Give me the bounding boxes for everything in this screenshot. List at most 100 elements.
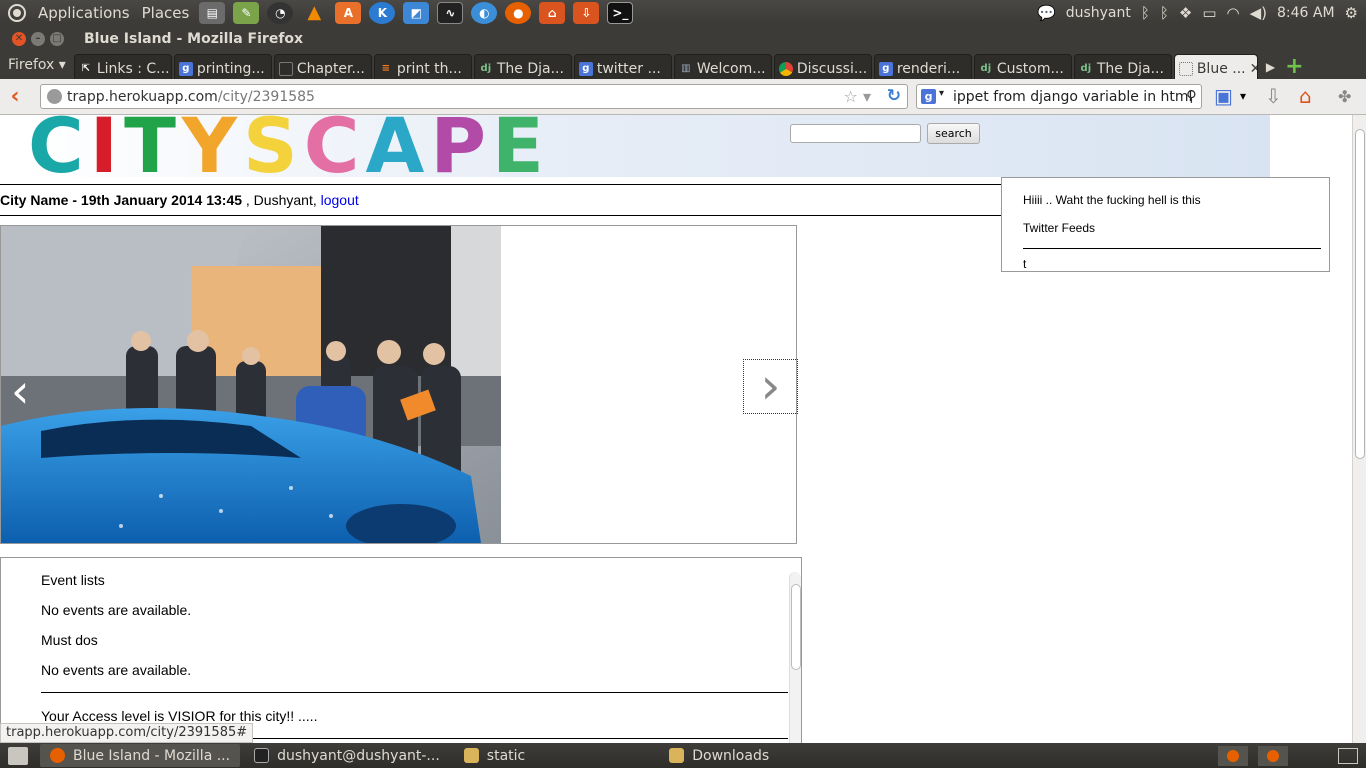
google-search-engine-icon[interactable]: g [921, 89, 936, 104]
logout-link[interactable]: logout [321, 192, 359, 208]
k-launcher-icon[interactable]: K [369, 1, 396, 24]
no-events-text: No events are available. [41, 662, 192, 678]
google-icon: g [878, 61, 893, 76]
site-identity-icon[interactable] [47, 89, 62, 104]
url-host: trapp.herokuapp.com [67, 88, 218, 105]
url-bar[interactable]: trapp.herokuapp.com/city/2391585 ☆ ▾ ↻ [40, 84, 908, 109]
tab-chapter[interactable]: Chapter... [273, 54, 372, 79]
django-icon: dj [480, 63, 492, 74]
volume-icon[interactable]: ◀) [1250, 4, 1267, 22]
terminal-launcher-icon[interactable]: >_ [607, 1, 634, 24]
events-scrollbar[interactable] [789, 572, 801, 743]
wifi-icon[interactable]: ◠ [1227, 4, 1240, 22]
user-greeting: , Dushyant, [242, 192, 321, 208]
image-slider: ‹ › [0, 225, 798, 544]
browser-launcher-icon[interactable]: ◐ [471, 1, 498, 24]
tab-scroll-right-icon[interactable]: ▶ [1266, 60, 1275, 79]
tab-twitter[interactable]: g twitter ... [573, 54, 672, 79]
events-scrollbar-thumb[interactable] [791, 584, 801, 670]
vlc-launcher-icon[interactable]: ▲ [301, 2, 327, 24]
window-title-bar: ✕ – □ Blue Island - Mozilla Firefox [0, 25, 1366, 52]
notes-launcher-icon[interactable]: ✎ [233, 1, 260, 24]
tab-django-1[interactable]: dj The Dja... [473, 54, 572, 79]
chrome-icon [778, 61, 793, 76]
taskbar-static-folder[interactable]: static [454, 744, 535, 767]
tab-print-this[interactable]: ≡ print th... [373, 54, 472, 79]
maximize-window-icon[interactable]: □ [50, 31, 64, 46]
tab-django-2[interactable]: dj The Dja... [1073, 54, 1172, 79]
settings-gear-icon[interactable]: ⚙ [1345, 4, 1358, 22]
tab-rendering[interactable]: g renderi... [873, 54, 972, 79]
site-search-button[interactable]: search [927, 123, 980, 144]
bag-launcher-icon[interactable]: A [335, 1, 362, 24]
django-icon: dj [1080, 63, 1092, 74]
must-dos-heading: Must dos [41, 632, 98, 648]
monitor-launcher-icon[interactable]: ∿ [437, 1, 464, 24]
show-desktop-icon[interactable] [8, 746, 28, 765]
bookmarks-menu-icon[interactable]: ▣ [1214, 84, 1233, 108]
bluetooth-icon-2[interactable]: ᛒ [1160, 4, 1169, 22]
chat-icon[interactable]: 💬 [1037, 4, 1056, 22]
downloads-launcher-icon[interactable]: ⇩ [573, 1, 600, 24]
bluetooth-icon[interactable]: ᛒ [1141, 4, 1150, 22]
tab-welcome[interactable]: ▥ Welcom... [673, 54, 772, 79]
battery-icon[interactable]: ▭ [1202, 4, 1216, 22]
search-engine-dropdown-icon[interactable]: ▾ [939, 88, 944, 99]
bookmark-star-icon[interactable]: ☆ ▾ [844, 87, 871, 106]
search-bar[interactable]: g ▾ ippet from django variable in html ⚲ [916, 84, 1202, 109]
clock[interactable]: 8:46 AM [1277, 5, 1335, 21]
tab-links[interactable]: ⇱ Links : C... [73, 54, 172, 79]
places-menu[interactable]: Places [136, 4, 196, 22]
new-tab-icon[interactable]: + [1285, 54, 1303, 79]
firefox-menu-button[interactable]: Firefox ▾ [0, 57, 74, 79]
workspace-1-icon[interactable] [1218, 745, 1248, 766]
web-page: CITY SCAPE search City Name - 19th Janua… [0, 115, 1352, 743]
divider [251, 738, 788, 739]
user-name[interactable]: dushyant [1066, 5, 1131, 21]
tab-blue-island[interactable]: Blue ...✕ [1173, 54, 1258, 79]
ubuntu-logo-icon[interactable] [8, 3, 26, 22]
taskbar-firefox[interactable]: Blue Island - Mozilla ... [40, 744, 241, 767]
downloads-icon[interactable]: ⇩ [1265, 84, 1282, 108]
firefox-launcher-icon[interactable]: ● [505, 1, 532, 24]
home-folder-launcher-icon[interactable]: ⌂ [539, 1, 566, 24]
tab-discussion[interactable]: Discussi... [773, 54, 872, 79]
page-scrollbar-thumb[interactable] [1355, 129, 1365, 459]
workspace-2-icon[interactable] [1258, 745, 1288, 766]
reload-icon[interactable]: ↻ [887, 86, 901, 106]
navigation-bar: ‹ trapp.herokuapp.com/city/2391585 ☆ ▾ ↻… [0, 79, 1366, 115]
slider-next-arrow-icon[interactable]: › [743, 359, 798, 414]
trash-launcher-icon[interactable]: ▤ [199, 1, 226, 24]
slide-photo [1, 226, 501, 543]
taskbar-terminal[interactable]: dushyant@dushyant-... [244, 744, 450, 767]
workspace-switcher-icon[interactable] [1338, 747, 1358, 764]
close-tab-icon[interactable]: ✕ [1250, 61, 1257, 77]
site-search-input[interactable] [790, 124, 921, 143]
url-path: /city/2391585 [217, 88, 315, 105]
tab-printing[interactable]: g printing... [173, 54, 272, 79]
slider-prev-arrow-icon[interactable]: ‹ [11, 366, 41, 416]
divider [0, 184, 1010, 185]
dropbox-icon[interactable]: ❖ [1179, 4, 1192, 22]
stackoverflow-icon: ≡ [381, 63, 391, 74]
clock-launcher-icon[interactable]: ◔ [267, 1, 294, 24]
applications-menu[interactable]: Applications [32, 4, 136, 22]
site-logo[interactable]: CITY SCAPE [28, 115, 550, 177]
firefox-icon [50, 748, 65, 763]
google-icon: g [578, 61, 593, 76]
taskbar-downloads-folder[interactable]: Downloads [659, 744, 779, 767]
events-panel: Event lists No events are available. Mus… [0, 557, 802, 743]
addon-icon[interactable]: ✤ [1338, 87, 1351, 106]
editor-launcher-icon[interactable]: ◩ [403, 1, 430, 24]
magnifier-icon[interactable]: ⚲ [1186, 87, 1197, 105]
close-window-icon[interactable]: ✕ [12, 31, 26, 46]
back-icon[interactable]: ‹ [0, 84, 30, 109]
page-scrollbar[interactable] [1352, 115, 1366, 743]
home-icon[interactable]: ⌂ [1299, 84, 1312, 108]
tab-custom[interactable]: dj Custom... [973, 54, 1072, 79]
divider [41, 692, 788, 693]
bookmarks-dropdown-icon[interactable]: ▾ [1240, 89, 1246, 103]
auto-show-photo [1, 226, 501, 543]
django-icon: dj [980, 63, 992, 74]
minimize-window-icon[interactable]: – [31, 31, 45, 46]
